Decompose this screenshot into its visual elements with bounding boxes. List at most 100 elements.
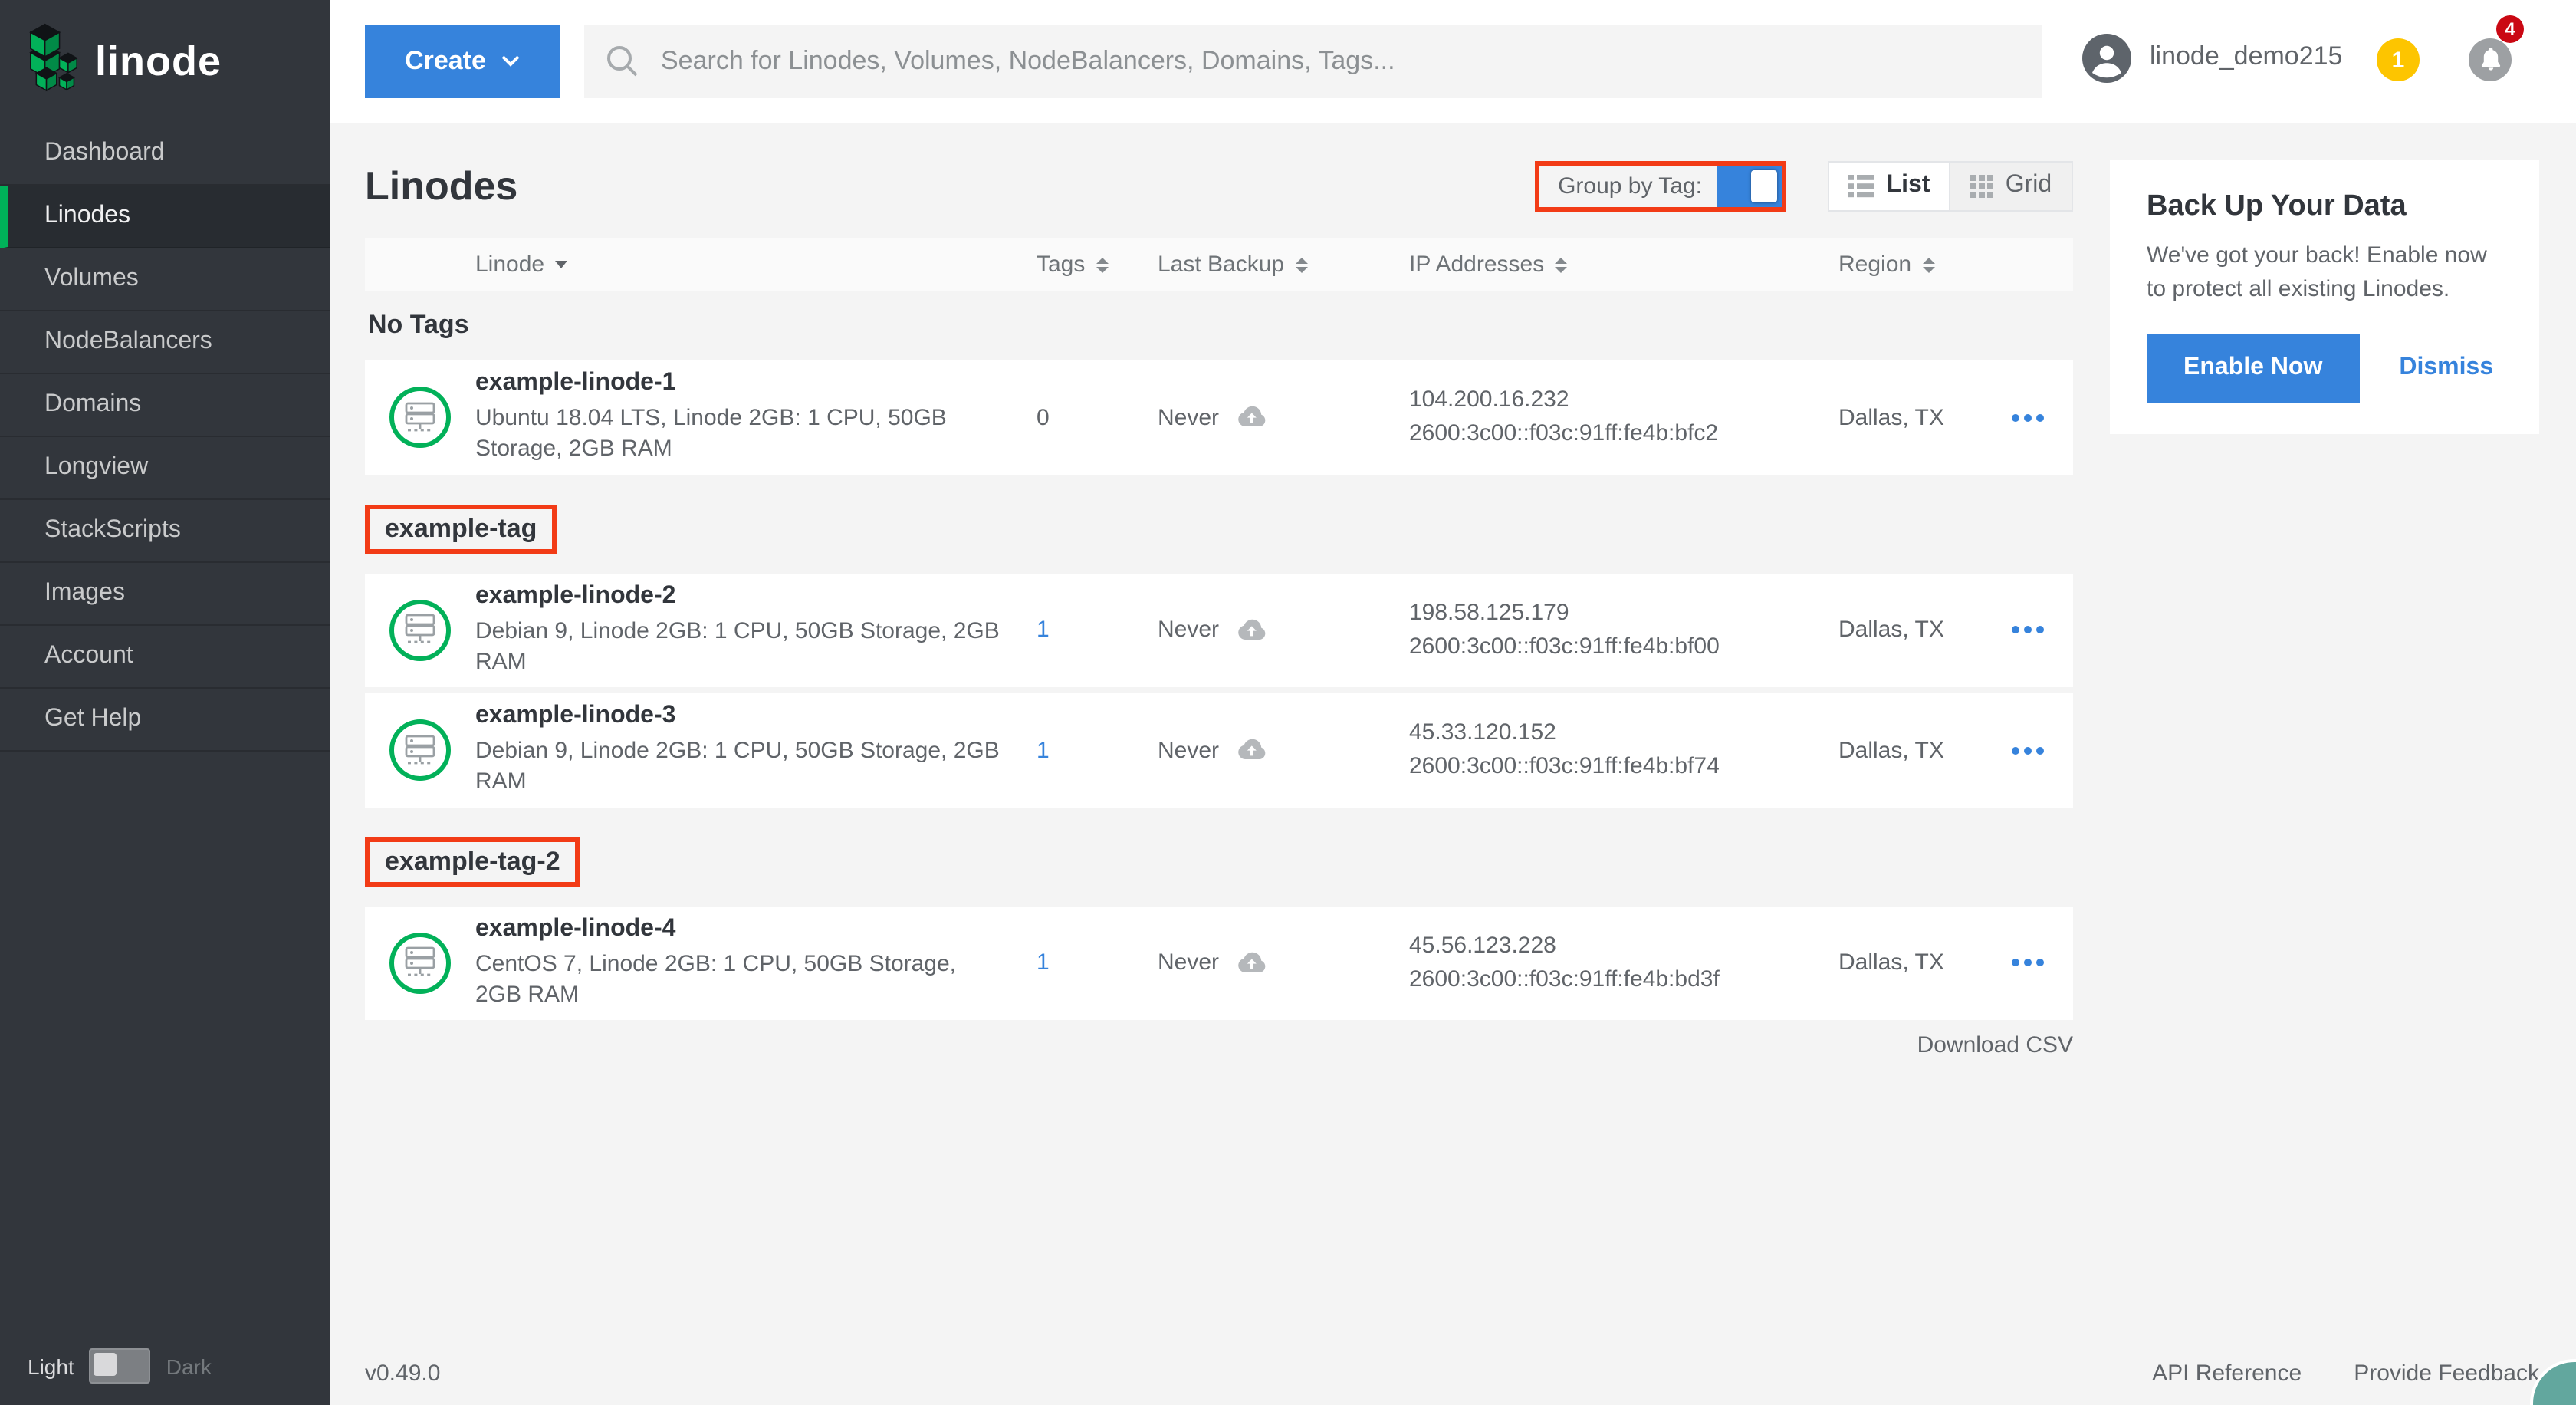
api-reference-link[interactable]: API Reference — [2152, 1361, 2302, 1387]
notifications-button[interactable] — [2469, 38, 2512, 81]
linode-specs: Ubuntu 18.04 LTS, Linode 2GB: 1 CPU, 50G… — [475, 403, 1015, 466]
list-view-icon — [1848, 174, 1875, 197]
linode-specs: Debian 9, Linode 2GB: 1 CPU, 50GB Storag… — [475, 616, 1015, 678]
app-window: linode Dashboard Linodes Volumes NodeBal… — [0, 0, 2576, 1405]
backup-card-body: We've got your back! Enable now to prote… — [2147, 239, 2502, 306]
row-actions-menu[interactable] — [1981, 959, 2073, 967]
region-cell: Dallas, TX — [1835, 617, 1981, 643]
tags-count-link[interactable]: 1 — [1037, 950, 1050, 976]
enable-backups-button[interactable]: Enable Now — [2147, 334, 2359, 403]
tag-group-label: example-tag — [365, 504, 557, 553]
sort-icon — [1922, 257, 1934, 272]
group-by-tag-toggle[interactable] — [1717, 165, 1782, 206]
username[interactable]: linode_demo215 — [2150, 41, 2342, 72]
theme-toggle-switch[interactable] — [90, 1348, 151, 1384]
sidebar-item-domains[interactable]: Domains — [0, 374, 330, 437]
ipv6-address: 2600:3c00::f03c:91ff:fe4b:bfc2 — [1409, 418, 1835, 452]
grid-view-icon — [1970, 174, 1993, 197]
view-grid-label: Grid — [2006, 172, 2052, 199]
tag-group: example-tag-2 example-linode-4 CentOS 7,… — [365, 837, 2073, 1020]
sidebar-item-stackscripts[interactable]: StackScripts — [0, 500, 330, 563]
backup-cloud-icon — [1233, 406, 1268, 430]
tags-count: 0 — [1037, 405, 1050, 431]
search-bar — [584, 25, 2042, 98]
tags-count-cell: 1 — [1015, 950, 1153, 976]
column-header-region[interactable]: Region — [1835, 252, 1981, 278]
download-csv-link[interactable]: Download CSV — [1917, 1032, 2073, 1058]
backup-cloud-icon — [1233, 951, 1268, 976]
sidebar-item-volumes[interactable]: Volumes — [0, 248, 330, 311]
page-title: Linodes — [365, 162, 518, 209]
server-icon — [400, 399, 440, 437]
search-input[interactable] — [658, 44, 2021, 78]
column-header-ip-addresses[interactable]: IP Addresses — [1406, 252, 1835, 278]
region-cell: Dallas, TX — [1835, 738, 1981, 764]
linode-row: example-linode-2 Debian 9, Linode 2GB: 1… — [365, 573, 2073, 687]
linode-logo[interactable]: linode — [0, 0, 330, 104]
view-list-button[interactable]: List — [1828, 160, 1950, 211]
server-icon — [400, 944, 440, 982]
sidebar-item-account[interactable]: Account — [0, 626, 330, 689]
tags-count-link[interactable]: 1 — [1037, 617, 1050, 643]
sidebar-item-images[interactable]: Images — [0, 563, 330, 626]
tag-group-label: No Tags — [368, 310, 469, 339]
linode-name[interactable]: example-linode-4 — [475, 915, 1015, 943]
bell-icon — [2479, 48, 2502, 72]
linode-groups: No Tags example-linode-1 Ubuntu 18.04 LT… — [365, 310, 2073, 1020]
ipv6-address: 2600:3c00::f03c:91ff:fe4b:bf74 — [1409, 751, 1835, 785]
linode-name[interactable]: example-linode-1 — [475, 370, 1015, 397]
linode-row: example-linode-3 Debian 9, Linode 2GB: 1… — [365, 693, 2073, 808]
region-cell: Dallas, TX — [1835, 405, 1981, 431]
sidebar-item-longview[interactable]: Longview — [0, 437, 330, 500]
create-button[interactable]: Create — [365, 25, 560, 98]
tags-count-link[interactable]: 1 — [1037, 738, 1050, 764]
ip-addresses-cell: 104.200.16.232 2600:3c00::f03c:91ff:fe4b… — [1406, 384, 1835, 452]
view-grid-button[interactable]: Grid — [1950, 160, 2073, 211]
ip-addresses-cell: 45.56.123.228 2600:3c00::f03c:91ff:fe4b:… — [1406, 930, 1835, 997]
view-list-label: List — [1887, 172, 1930, 199]
credits-badge[interactable]: 1 — [2377, 38, 2420, 81]
row-actions-menu[interactable] — [1981, 747, 2073, 755]
status-running-icon — [389, 387, 451, 449]
sidebar-item-get-help[interactable]: Get Help — [0, 689, 330, 752]
user-icon — [2082, 34, 2131, 83]
download-csv-row: Download CSV — [365, 1032, 2073, 1058]
group-by-tag-label: Group by Tag: — [1558, 173, 1702, 199]
row-actions-menu[interactable] — [1981, 627, 2073, 634]
sort-desc-icon — [555, 261, 567, 268]
user-avatar[interactable] — [2082, 34, 2131, 83]
linode-name[interactable]: example-linode-2 — [475, 582, 1015, 610]
sidebar: linode Dashboard Linodes Volumes NodeBal… — [0, 0, 330, 1405]
sort-icon — [1096, 257, 1108, 272]
sidebar-item-linodes[interactable]: Linodes — [0, 186, 330, 248]
server-icon — [400, 732, 440, 770]
footer: v0.49.0 API ReferenceProvide Feedback — [365, 1361, 2539, 1387]
ipv4-address: 104.200.16.232 — [1409, 384, 1835, 418]
ipv4-address: 45.33.120.152 — [1409, 717, 1835, 751]
topbar: Create linode_demo215 1 4 — [330, 0, 2576, 123]
status-running-icon — [389, 720, 451, 781]
linode-name[interactable]: example-linode-3 — [475, 702, 1015, 730]
table-header: Linode Tags Last Backup IP Addresses Reg… — [365, 238, 2073, 291]
sidebar-nav: Dashboard Linodes Volumes NodeBalancers … — [0, 123, 330, 752]
dismiss-backups-link[interactable]: Dismiss — [2399, 354, 2493, 382]
sidebar-item-nodebalancers[interactable]: NodeBalancers — [0, 311, 330, 374]
theme-toggle-knob — [94, 1353, 117, 1376]
status-running-icon — [389, 933, 451, 994]
backup-promo-card: Back Up Your Data We've got your back! E… — [2110, 160, 2539, 433]
ip-addresses-cell: 198.58.125.179 2600:3c00::f03c:91ff:fe4b… — [1406, 597, 1835, 664]
column-header-tags[interactable]: Tags — [1015, 252, 1153, 278]
provide-feedback-link[interactable]: Provide Feedback — [2354, 1361, 2539, 1387]
column-header-linode[interactable]: Linode — [475, 252, 1015, 278]
linode-logo-icon — [28, 22, 80, 100]
backup-card-title: Back Up Your Data — [2147, 190, 2502, 224]
theme-toggle[interactable]: Light Dark — [28, 1348, 212, 1384]
annotation-box-example-tag-2: example-tag-2 — [365, 837, 2073, 886]
linode-specs: CentOS 7, Linode 2GB: 1 CPU, 50GB Storag… — [475, 949, 1015, 1011]
linode-row: example-linode-1 Ubuntu 18.04 LTS, Linod… — [365, 360, 2073, 475]
row-actions-menu[interactable] — [1981, 414, 2073, 422]
theme-dark-label: Dark — [166, 1354, 212, 1378]
last-backup-cell: Never — [1153, 950, 1406, 976]
column-header-last-backup[interactable]: Last Backup — [1153, 252, 1406, 278]
sidebar-item-dashboard[interactable]: Dashboard — [0, 123, 330, 186]
